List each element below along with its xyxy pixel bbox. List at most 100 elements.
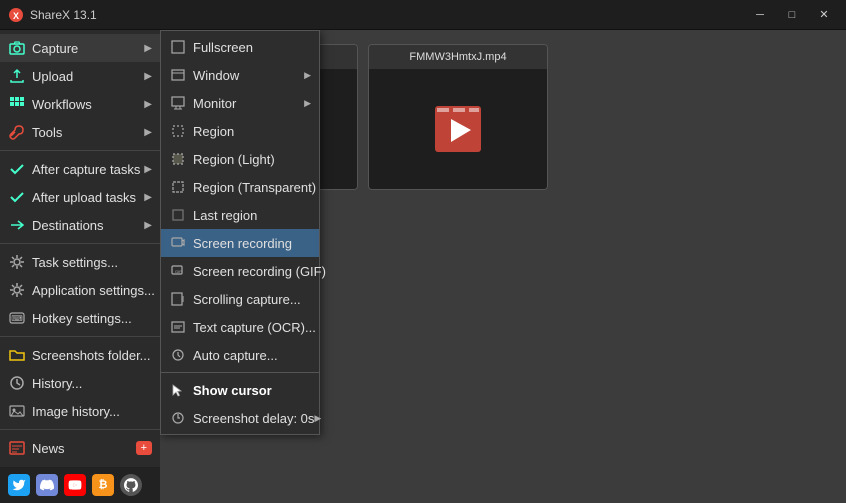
- svg-text:GIF: GIF: [175, 269, 182, 274]
- menu-region-light[interactable]: Region (Light): [161, 145, 319, 173]
- sidebar-after-capture-label: After capture tasks: [32, 162, 144, 177]
- destinations-arrow: ▶: [144, 220, 152, 231]
- sidebar-item-destinations[interactable]: Destinations ▶: [0, 211, 160, 239]
- maximize-button[interactable]: □: [778, 5, 806, 25]
- discord-icon[interactable]: [36, 474, 58, 496]
- thumb-preview-2: [369, 69, 547, 189]
- menu-scrolling-capture-label: Scrolling capture...: [193, 292, 311, 307]
- region-icon: [169, 122, 187, 140]
- text-capture-icon: [169, 318, 187, 336]
- sidebar-item-hotkey-settings[interactable]: ⌨ Hotkey settings...: [0, 304, 160, 332]
- menu-screenshot-delay[interactable]: Screenshot delay: 0s ▶: [161, 404, 319, 432]
- sidebar: Capture ▶ Upload ▶ Workflows: [0, 30, 160, 503]
- sidebar-item-after-upload[interactable]: After upload tasks ▶: [0, 183, 160, 211]
- sidebar-task-settings-label: Task settings...: [32, 255, 152, 270]
- destinations-icon: [8, 216, 26, 234]
- github-icon[interactable]: [120, 474, 142, 496]
- content-area: KjbDtXd3uw.mp4 FMMW3HmtxJ.mp4: [160, 30, 846, 503]
- sidebar-item-task-settings[interactable]: Task settings...: [0, 248, 160, 276]
- video-icon-2: [428, 99, 488, 159]
- sidebar-destinations-label: Destinations: [32, 218, 144, 233]
- capture-submenu: Fullscreen Window ▶ Monitor ▶: [160, 30, 320, 435]
- menu-screen-recording-gif-label: Screen recording (GIF): [193, 264, 326, 279]
- menu-screen-recording-label: Screen recording: [193, 236, 311, 251]
- region-light-icon: [169, 150, 187, 168]
- menu-window[interactable]: Window ▶: [161, 61, 319, 89]
- menu-fullscreen[interactable]: Fullscreen: [161, 33, 319, 61]
- sidebar-tools-label: Tools: [32, 125, 144, 140]
- dropdown-container: Fullscreen Window ▶ Monitor ▶: [160, 30, 320, 435]
- sidebar-item-history[interactable]: History...: [0, 369, 160, 397]
- screen-recording-gif-icon: GIF: [169, 262, 187, 280]
- upload-icon: [8, 67, 26, 85]
- close-button[interactable]: ✕: [810, 5, 838, 25]
- after-upload-arrow: ▶: [144, 192, 152, 203]
- menu-region-transparent[interactable]: Region (Transparent): [161, 173, 319, 201]
- minimize-button[interactable]: ─: [746, 5, 774, 25]
- menu-region[interactable]: Region: [161, 117, 319, 145]
- app-title: ShareX 13.1: [30, 8, 97, 22]
- capture-arrow: ▶: [144, 43, 152, 54]
- menu-screen-recording-gif[interactable]: GIF Screen recording (GIF): [161, 257, 319, 285]
- titlebar-left: X ShareX 13.1: [8, 7, 97, 23]
- tools-icon: [8, 123, 26, 141]
- sidebar-item-capture[interactable]: Capture ▶: [0, 34, 160, 62]
- main-container: Capture ▶ Upload ▶ Workflows: [0, 30, 846, 503]
- window-arrow: ▶: [304, 70, 311, 81]
- window-controls[interactable]: ─ □ ✕: [746, 5, 838, 25]
- news-badge: +: [136, 441, 152, 455]
- sidebar-item-image-history[interactable]: Image history...: [0, 397, 160, 425]
- menu-screen-recording[interactable]: Screen recording: [161, 229, 319, 257]
- screen-recording-icon: [169, 234, 187, 252]
- sidebar-item-after-capture[interactable]: After capture tasks ▶: [0, 155, 160, 183]
- menu-screenshot-delay-label: Screenshot delay: 0s: [193, 411, 314, 426]
- bitcoin-icon[interactable]: ₿: [92, 474, 114, 496]
- sidebar-news-label: News: [32, 441, 132, 456]
- sidebar-image-history-label: Image history...: [32, 404, 152, 419]
- fullscreen-icon: [169, 38, 187, 56]
- sidebar-upload-label: Upload: [32, 69, 144, 84]
- menu-auto-capture[interactable]: Auto capture...: [161, 341, 319, 369]
- divider-4: [0, 429, 160, 430]
- image-history-icon: [8, 402, 26, 420]
- menu-monitor[interactable]: Monitor ▶: [161, 89, 319, 117]
- task-settings-icon: [8, 253, 26, 271]
- hotkey-icon: ⌨: [8, 309, 26, 327]
- menu-text-capture[interactable]: Text capture (OCR)...: [161, 313, 319, 341]
- sidebar-item-workflows[interactable]: Workflows ▶: [0, 90, 160, 118]
- menu-text-capture-label: Text capture (OCR)...: [193, 320, 316, 335]
- sidebar-capture-label: Capture: [32, 41, 144, 56]
- menu-monitor-label: Monitor: [193, 96, 304, 111]
- sidebar-app-settings-label: Application settings...: [32, 283, 155, 298]
- camera-icon: [8, 39, 26, 57]
- sidebar-item-app-settings[interactable]: Application settings...: [0, 276, 160, 304]
- youtube-icon[interactable]: [64, 474, 86, 496]
- delay-arrow: ▶: [314, 413, 321, 424]
- sidebar-item-tools[interactable]: Tools ▶: [0, 118, 160, 146]
- window-icon: [169, 66, 187, 84]
- menu-last-region[interactable]: Last region: [161, 201, 319, 229]
- menu-scrolling-capture[interactable]: Scrolling capture...: [161, 285, 319, 313]
- delay-icon: [169, 409, 187, 427]
- sidebar-history-label: History...: [32, 376, 152, 391]
- sidebar-item-upload[interactable]: Upload ▶: [0, 62, 160, 90]
- after-capture-arrow: ▶: [144, 164, 152, 175]
- auto-capture-icon: [169, 346, 187, 364]
- twitter-icon[interactable]: [8, 474, 30, 496]
- thumb-card-2: FMMW3HmtxJ.mp4: [368, 44, 548, 190]
- last-region-icon: [169, 206, 187, 224]
- monitor-arrow: ▶: [304, 98, 311, 109]
- menu-divider-1: [161, 372, 319, 373]
- sidebar-item-news[interactable]: News +: [0, 434, 160, 462]
- sidebar-item-screenshots[interactable]: Screenshots folder...: [0, 341, 160, 369]
- thumb-title-2: FMMW3HmtxJ.mp4: [369, 45, 547, 69]
- menu-region-light-label: Region (Light): [193, 152, 311, 167]
- menu-last-region-label: Last region: [193, 208, 311, 223]
- social-bar: ₿: [0, 467, 160, 503]
- menu-show-cursor[interactable]: Show cursor: [161, 376, 319, 404]
- sidebar-hotkey-label: Hotkey settings...: [32, 311, 152, 326]
- app-settings-icon: [8, 281, 26, 299]
- divider-2: [0, 243, 160, 244]
- news-icon: [8, 439, 26, 457]
- divider-1: [0, 150, 160, 151]
